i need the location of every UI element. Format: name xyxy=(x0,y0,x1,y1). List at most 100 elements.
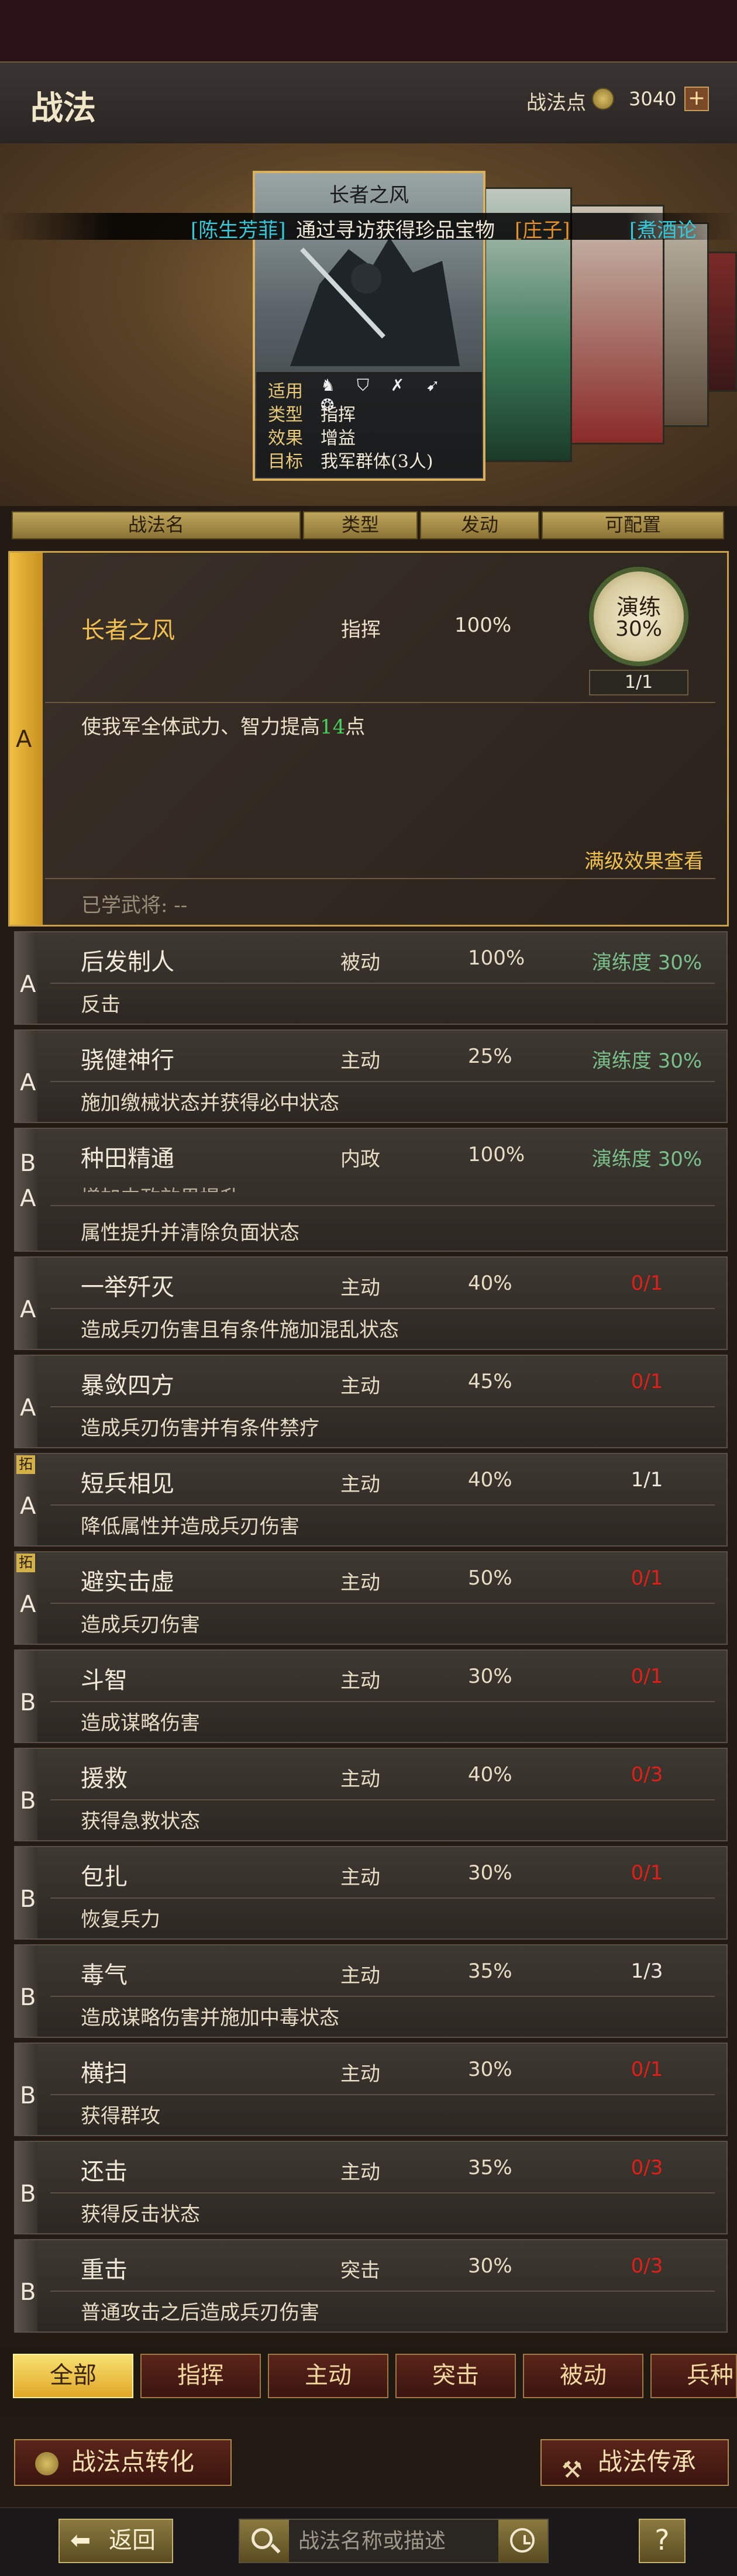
banner-next-message: [煮酒论 xyxy=(629,219,697,242)
skill-name: 援救 xyxy=(81,1765,128,1792)
divider xyxy=(50,1799,715,1800)
help-button[interactable]: ? xyxy=(639,2519,686,2563)
divider xyxy=(50,2094,715,2095)
skill-grade: B xyxy=(20,2181,36,2207)
skill-name: 长者之风 xyxy=(81,617,175,644)
skill-name: 包扎 xyxy=(81,1864,128,1890)
skill-rate: 35% xyxy=(468,2156,512,2179)
skill-grade: B xyxy=(20,1886,36,1913)
page-title: 战法 xyxy=(30,89,96,128)
tab-command[interactable]: 指挥 xyxy=(140,2354,261,2398)
skill-grade: A xyxy=(20,1296,36,1323)
divider xyxy=(50,1504,715,1506)
inherit-skill-button[interactable]: ⚒ 战法传承 xyxy=(540,2439,729,2486)
search-icon[interactable] xyxy=(240,2520,289,2562)
column-header-rate[interactable]: 发动 xyxy=(420,511,539,539)
skill-rate: 45% xyxy=(468,1370,512,1393)
skill-rate: 30% xyxy=(468,1861,512,1885)
skill-row[interactable]: B A 种田精通 内政 100% 演练度 30% 增加内政效果提升 属性提升并清… xyxy=(14,1128,728,1252)
card-label-target: 目标 xyxy=(268,452,303,472)
banner-player-name: [陈生芳菲] xyxy=(191,219,286,242)
skill-row[interactable]: A 骁健神行 主动 25% 演练度 30% 施加缴械状态并获得必中状态 xyxy=(14,1029,728,1123)
skill-grade-secondary: A xyxy=(20,1185,36,1212)
skill-row[interactable]: B 毒气 主动 35% 1/3 造成谋略伤害并施加中毒状态 xyxy=(14,1944,728,2038)
skill-name: 毒气 xyxy=(81,1962,128,1989)
skill-grade: B xyxy=(20,1689,36,1716)
divider xyxy=(50,2291,715,2292)
skill-rate: 100% xyxy=(468,946,525,970)
card-label-effect: 效果 xyxy=(268,428,303,449)
divider xyxy=(50,2192,715,2193)
tab-passive[interactable]: 被动 xyxy=(523,2354,643,2398)
skill-status: 0/1 xyxy=(631,1861,663,1885)
skill-grade: B xyxy=(20,1984,36,2011)
skill-rate: 30% xyxy=(468,1665,512,1688)
skill-type: 主动 xyxy=(340,2062,380,2086)
inherit-skill-label: 战法传承 xyxy=(598,2447,697,2476)
back-button[interactable]: ⬅ 返回 xyxy=(58,2519,173,2563)
tab-all[interactable]: 全部 xyxy=(13,2354,133,2398)
skill-status: 1/1 xyxy=(631,1468,663,1492)
skill-grade: B xyxy=(20,2082,36,2109)
skill-grade: A xyxy=(20,1069,36,1096)
expanded-skill-tag: 拓 xyxy=(16,1455,35,1474)
skill-type: 主动 xyxy=(340,1669,380,1693)
skill-grade: A xyxy=(20,1591,36,1618)
divider xyxy=(50,983,715,984)
skill-row[interactable]: B 援救 主动 40% 0/3 获得急救状态 xyxy=(14,1748,728,1841)
skill-grade: B xyxy=(20,1788,36,1814)
skill-row[interactable]: A 后发制人 被动 100% 演练度 30% 反击 xyxy=(14,931,728,1025)
skill-description: 获得群攻 xyxy=(81,2105,160,2128)
skill-name: 种田精通 xyxy=(81,1145,174,1172)
skill-name: 短兵相见 xyxy=(81,1470,174,1497)
add-points-button[interactable]: + xyxy=(684,87,709,111)
tab-assault[interactable]: 突击 xyxy=(395,2354,516,2398)
skill-status: 0/1 xyxy=(631,1370,663,1393)
skill-row[interactable]: A 暴敛四方 主动 45% 0/1 造成兵刃伤害并有条件禁疗 xyxy=(14,1355,728,1448)
convert-points-button[interactable]: 战法点转化 xyxy=(14,2439,232,2486)
page-header xyxy=(0,61,737,143)
top-decor-strip xyxy=(0,0,737,61)
skill-row[interactable]: B 还击 主动 35% 0/3 获得反击状态 xyxy=(14,2141,728,2234)
skill-type: 指挥 xyxy=(341,618,381,642)
tab-active[interactable]: 主动 xyxy=(268,2354,388,2398)
tab-troop[interactable]: 兵种 xyxy=(650,2354,737,2398)
skill-rate: 35% xyxy=(468,1959,512,1983)
divider xyxy=(50,1205,715,1206)
skill-rate: 30% xyxy=(468,2058,512,2081)
selected-skill-detail[interactable]: A 长者之风 指挥 100% 演练 30% 1/1 使我军全体武力、智力提高14… xyxy=(8,551,729,927)
search-input[interactable] xyxy=(298,2525,491,2557)
column-header-config[interactable]: 可配置 xyxy=(542,511,724,539)
divider xyxy=(45,702,715,703)
skill-row[interactable]: 拓 A 避实击虚 主动 50% 0/1 造成兵刃伤害 xyxy=(14,1551,728,1645)
skill-row[interactable]: B 重击 突击 30% 0/3 普通攻击之后造成兵刃伤害 xyxy=(14,2239,728,2333)
skill-grade: B xyxy=(20,2279,36,2306)
card-value-type: 指挥 xyxy=(321,405,356,425)
full-effect-link[interactable]: 满级效果查看 xyxy=(584,845,704,874)
skill-row[interactable]: 拓 A 短兵相见 主动 40% 1/1 降低属性并造成兵刃伤害 xyxy=(14,1453,728,1547)
skill-status: 演练度 30% xyxy=(591,951,702,974)
skill-row[interactable]: B 包扎 主动 30% 0/1 恢复兵力 xyxy=(14,1846,728,1940)
skill-status: 0/1 xyxy=(631,1665,663,1688)
drill-button[interactable]: 演练 30% xyxy=(589,567,688,666)
skill-description: 反击 xyxy=(81,993,120,1017)
skill-description: 造成谋略伤害并施加中毒状态 xyxy=(81,2006,339,2030)
skill-row[interactable]: A 一举歼灭 主动 40% 0/1 造成兵刃伤害且有条件施加混乱状态 xyxy=(14,1256,728,1350)
divider xyxy=(50,1701,715,1702)
skill-rate: 25% xyxy=(468,1045,512,1068)
hammer-icon: ⚒ xyxy=(562,2457,583,2484)
divider xyxy=(50,1897,715,1899)
drill-percent: 30% xyxy=(615,617,662,641)
skill-row[interactable]: B 横扫 主动 30% 0/1 获得群攻 xyxy=(14,2043,728,2136)
history-clock-icon[interactable] xyxy=(498,2520,547,2562)
skill-row[interactable]: B 斗智 主动 30% 0/1 造成谋略伤害 xyxy=(14,1649,728,1743)
column-header-name[interactable]: 战法名 xyxy=(12,511,301,539)
convert-points-label: 战法点转化 xyxy=(71,2447,195,2476)
skill-description-truncated: 增加内政效果提升 xyxy=(81,1182,240,1192)
skill-name: 暴敛四方 xyxy=(81,1372,174,1399)
skill-description: 获得急救状态 xyxy=(81,1810,200,1833)
skill-type: 内政 xyxy=(340,1148,380,1171)
divider xyxy=(50,1603,715,1604)
skill-description: 获得反击状态 xyxy=(81,2203,200,2226)
column-header-type[interactable]: 类型 xyxy=(303,511,418,539)
